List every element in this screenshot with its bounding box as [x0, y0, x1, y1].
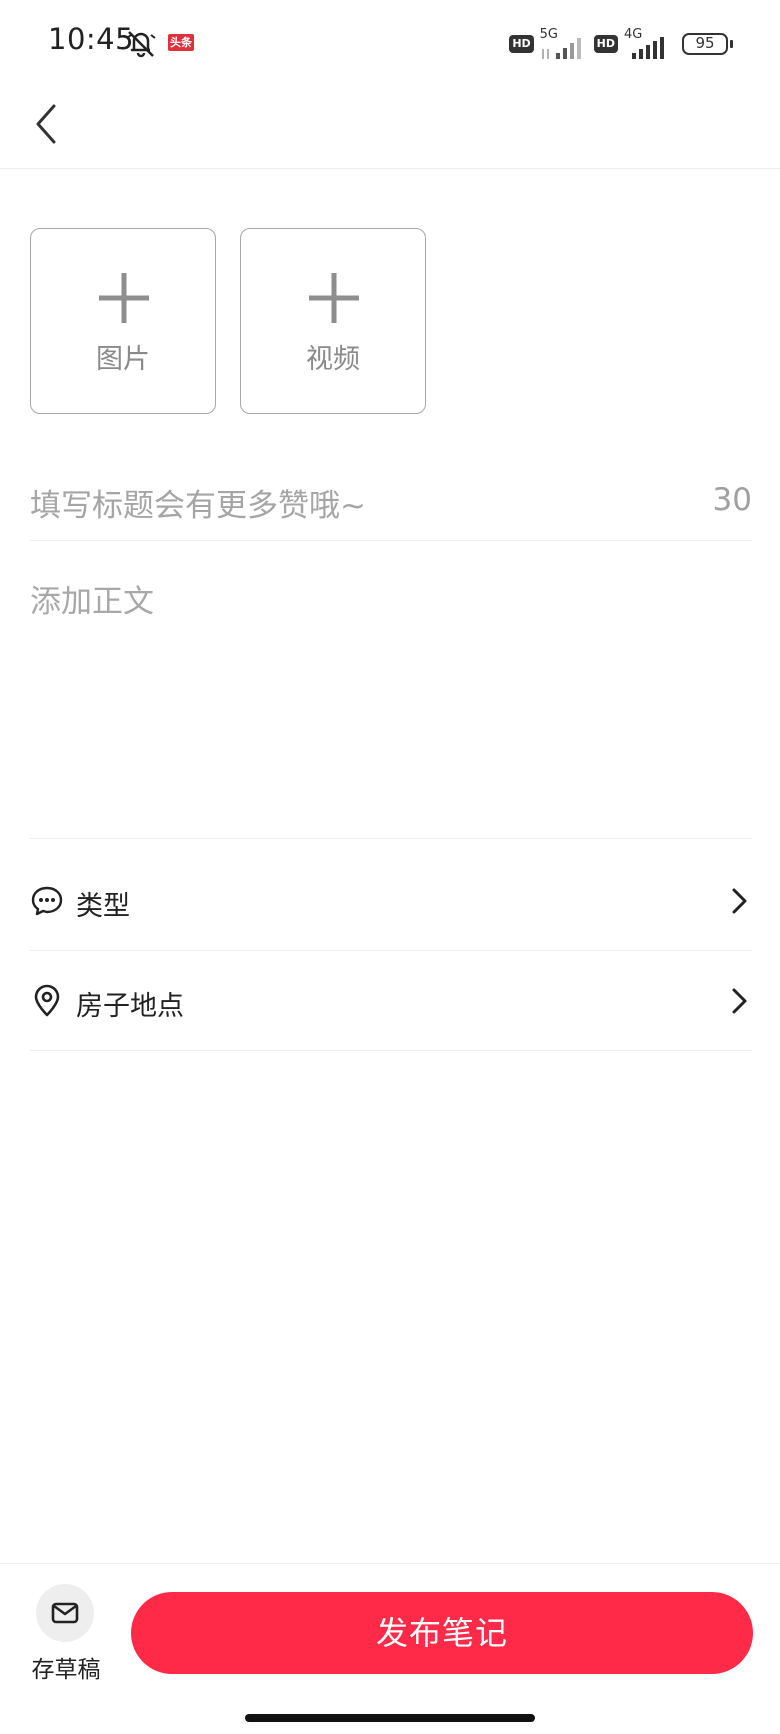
- title-input-placeholder[interactable]: 填写标题会有更多赞哦~: [30, 480, 366, 525]
- video-label: 视频: [306, 344, 360, 375]
- publish-note-button[interactable]: 发布笔记: [131, 1592, 753, 1674]
- option-row-type[interactable]: 类型: [30, 850, 752, 951]
- home-indicator[interactable]: [245, 1714, 535, 1722]
- option-row-house-location[interactable]: 房子地点: [30, 950, 752, 1051]
- hd-badge: HD: [509, 35, 534, 53]
- status-time: 10:45: [48, 22, 135, 56]
- save-draft-button[interactable]: 存草稿: [26, 1584, 106, 1694]
- signal-4g-icon: 4G: [624, 27, 672, 61]
- status-bar: 10:45 头条 HD 5G HD 4G 95: [0, 0, 780, 90]
- hd-badge: HD: [593, 35, 618, 53]
- bottom-action-bar: 存草稿 发布笔记: [0, 1563, 780, 1734]
- title-field[interactable]: 填写标题会有更多赞哦~ 30: [30, 470, 752, 541]
- envelope-icon: [51, 1602, 79, 1624]
- add-video-button[interactable]: 视频: [240, 228, 426, 414]
- option-label: 类型: [76, 891, 130, 922]
- signal-5g-icon: 5G: [540, 27, 588, 61]
- option-label: 房子地点: [76, 991, 184, 1022]
- mute-bell-icon: [126, 31, 156, 58]
- body-input-placeholder[interactable]: 添加正文: [30, 576, 154, 621]
- title-char-counter: 30: [712, 482, 752, 518]
- plus-icon: [99, 273, 149, 323]
- location-pin-icon: [34, 984, 60, 1017]
- chevron-right-icon: [732, 888, 747, 914]
- save-draft-label: 存草稿: [31, 1657, 101, 1683]
- draft-icon-circle: [36, 1584, 94, 1642]
- chat-bubble-icon: [31, 886, 63, 916]
- add-image-button[interactable]: 图片: [30, 228, 216, 414]
- back-arrow-icon[interactable]: [30, 96, 70, 152]
- chevron-right-icon: [732, 988, 747, 1014]
- image-label: 图片: [96, 344, 150, 375]
- plus-icon: [309, 273, 359, 323]
- top-nav-bar: [0, 90, 780, 169]
- battery-icon: 95: [682, 33, 733, 55]
- news-app-badge: 头条: [168, 34, 194, 51]
